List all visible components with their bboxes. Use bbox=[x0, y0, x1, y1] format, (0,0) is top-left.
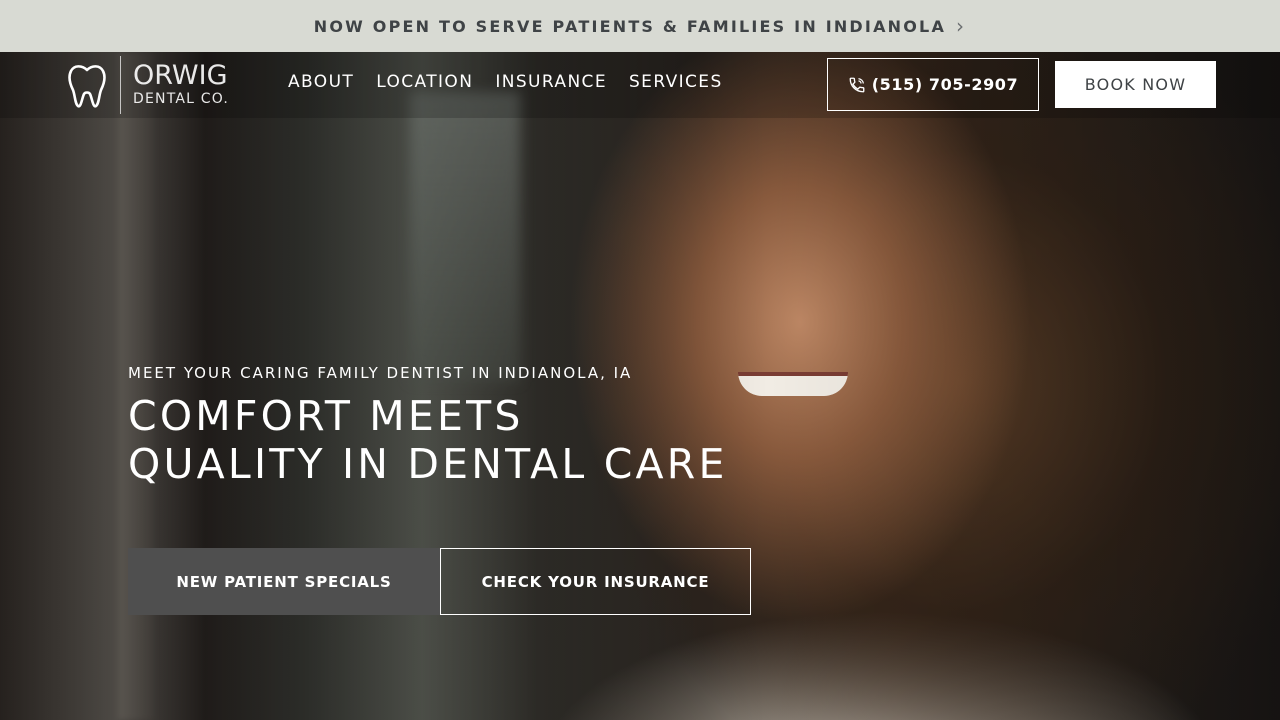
logo[interactable]: ORWIG DENTAL CO. bbox=[66, 56, 229, 114]
hero-headline: COMFORT MEETS QUALITY IN DENTAL CARE bbox=[128, 392, 828, 488]
nav-item-services[interactable]: SERVICES bbox=[629, 72, 723, 92]
nav-item-location[interactable]: LOCATION bbox=[376, 72, 473, 92]
announcement-bar[interactable]: NOW OPEN TO SERVE PATIENTS & FAMILIES IN… bbox=[0, 0, 1280, 52]
chevron-right-icon[interactable]: › bbox=[956, 14, 966, 38]
phone-label[interactable]: (515) 705-2907 bbox=[872, 75, 1019, 94]
hero-headline-line-1: COMFORT MEETS bbox=[128, 392, 524, 440]
nav-item-insurance[interactable]: INSURANCE bbox=[495, 72, 607, 92]
tooth-icon bbox=[68, 65, 106, 108]
main-nav: ABOUT LOCATION INSURANCE SERVICES bbox=[288, 72, 745, 92]
phone-button[interactable]: (515) 705-2907 bbox=[827, 58, 1039, 111]
announcement-text[interactable]: NOW OPEN TO SERVE PATIENTS & FAMILIES IN… bbox=[314, 17, 946, 36]
logo-line-1: ORWIG bbox=[133, 60, 228, 91]
phone-icon bbox=[849, 77, 865, 92]
book-now-button[interactable]: BOOK NOW bbox=[1055, 61, 1216, 108]
new-patient-specials-button[interactable]: NEW PATIENT SPECIALS bbox=[128, 548, 440, 615]
hero-eyebrow: MEET YOUR CARING FAMILY DENTIST IN INDIA… bbox=[128, 364, 633, 382]
check-insurance-button[interactable]: CHECK YOUR INSURANCE bbox=[440, 548, 751, 615]
nav-item-about[interactable]: ABOUT bbox=[288, 72, 354, 92]
hero-image bbox=[0, 52, 1280, 720]
logo-wordmark: ORWIG DENTAL CO. bbox=[133, 62, 229, 108]
logo-divider bbox=[120, 56, 121, 114]
site-header: ORWIG DENTAL CO. ABOUT LOCATION INSURANC… bbox=[0, 52, 1280, 118]
hero-headline-line-2: QUALITY IN DENTAL CARE bbox=[128, 440, 728, 488]
hero-overlay bbox=[0, 52, 1280, 720]
logo-line-2: DENTAL CO. bbox=[133, 91, 230, 107]
